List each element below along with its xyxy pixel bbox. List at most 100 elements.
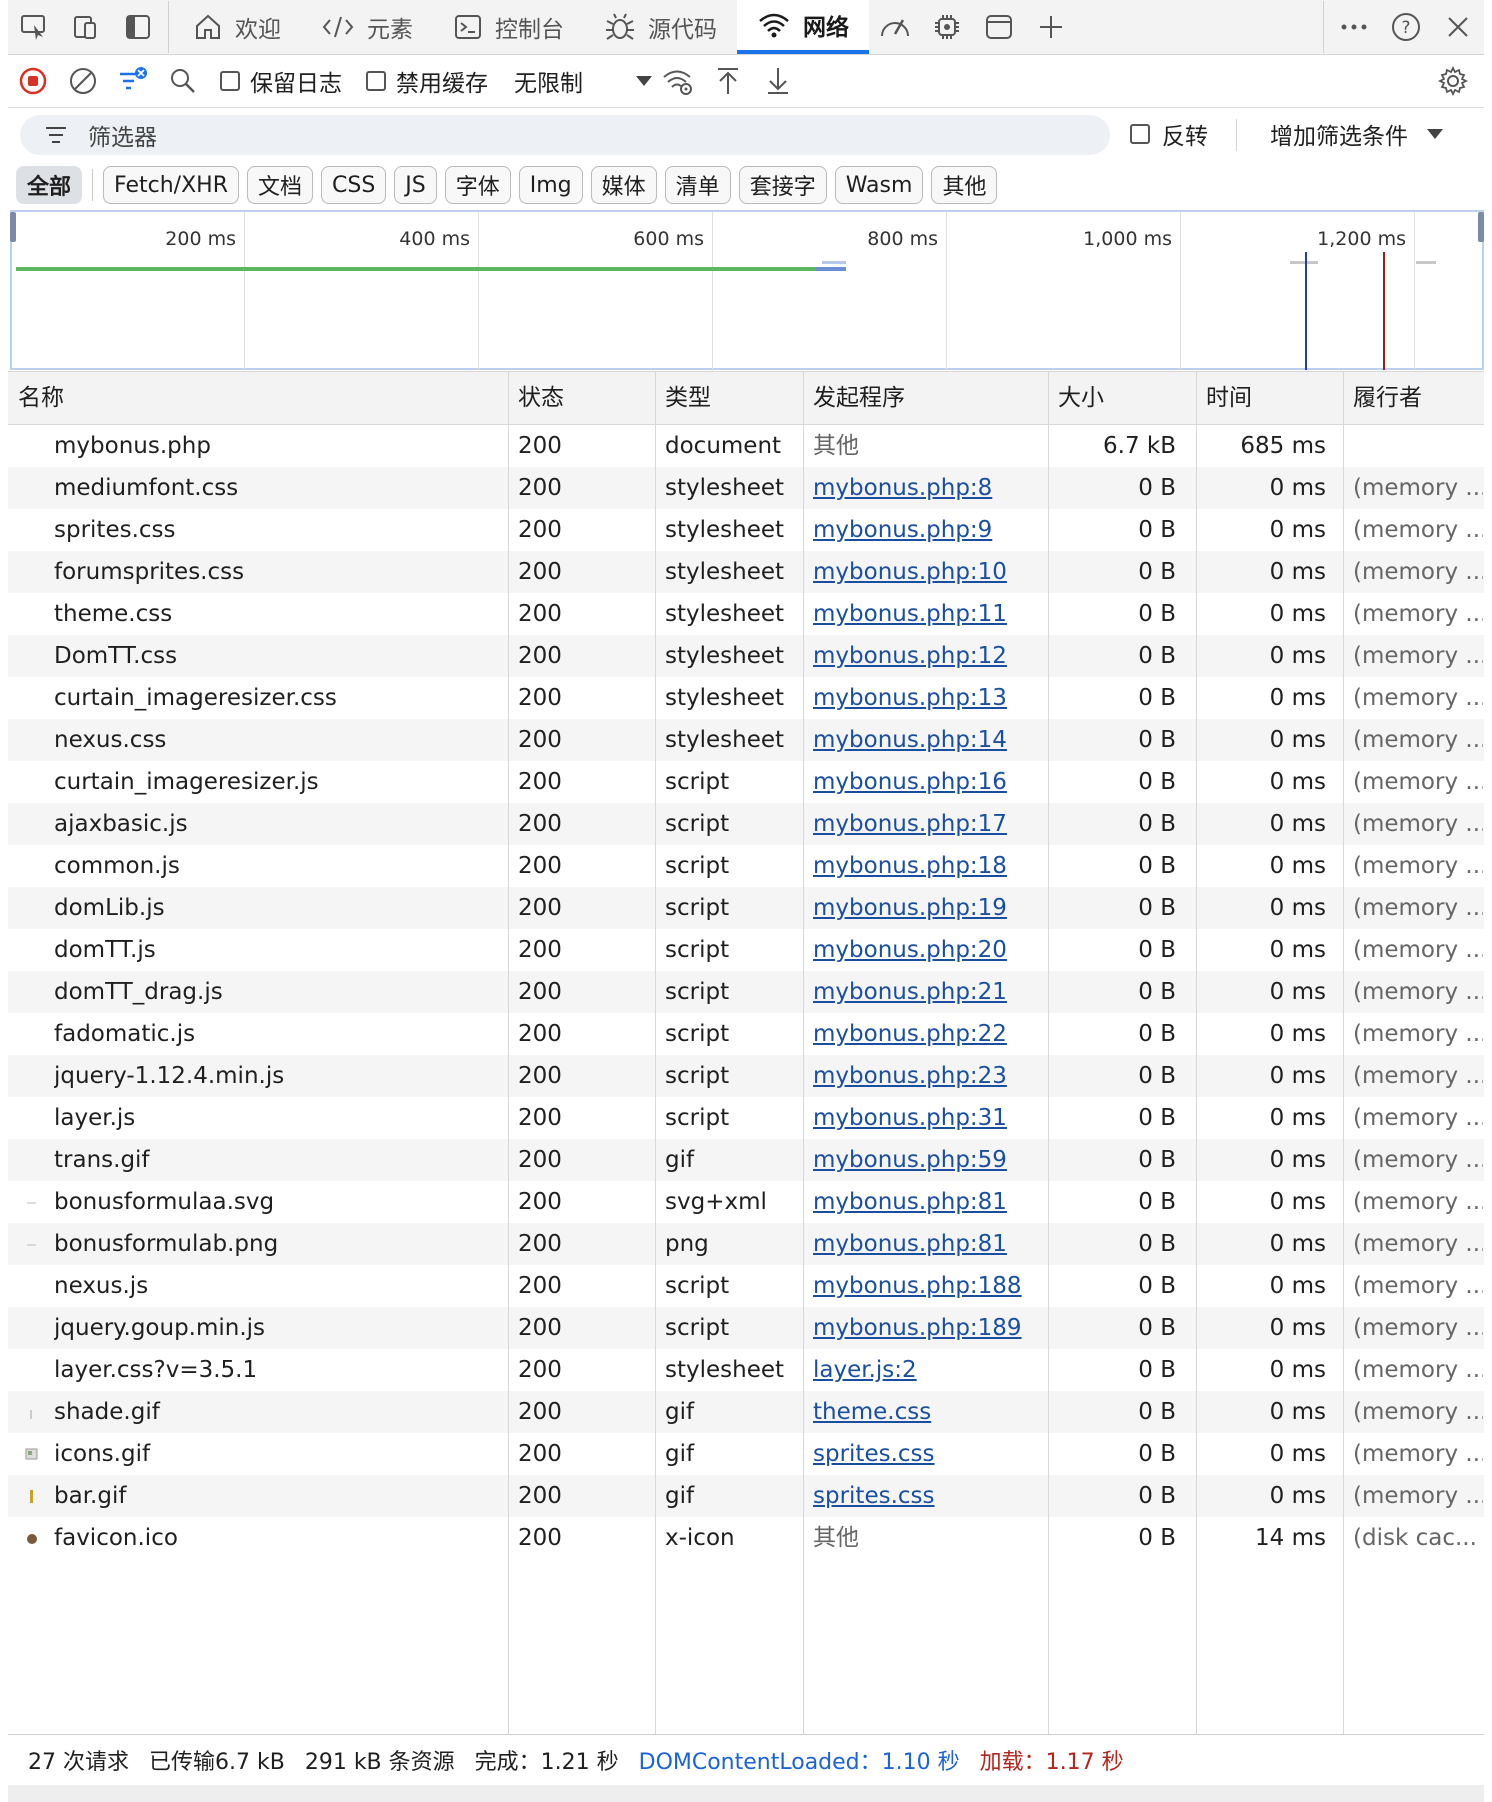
chip-fetch-xhr[interactable]: Fetch/XHR [103,166,239,204]
table-row[interactable]: mybonus.php 200 document 其他 6.7 kB 685 ms [8,425,1484,467]
column-header-size[interactable]: 大小 [1048,372,1196,424]
request-initiator[interactable]: mybonus.php:31 [803,1097,1048,1139]
request-name[interactable]: DomTT.css [54,635,504,677]
table-row[interactable]: fadomatic.js 200 script mybonus.php:22 0 B 0 … [8,1013,1484,1055]
add-tool-icon[interactable] [1025,0,1077,54]
import-har-button[interactable] [703,55,753,107]
column-header-time[interactable]: 时间 [1196,372,1343,424]
close-icon[interactable] [1432,0,1484,54]
table-row[interactable]: trans.gif 200 gif mybonus.php:59 0 B 0 ms (mem… [8,1139,1484,1181]
table-row[interactable]: favicon.ico 200 x-icon 其他 0 B 14 ms (disk cac.… [8,1517,1484,1559]
clear-button[interactable] [58,55,108,107]
application-icon[interactable] [973,0,1025,54]
checkbox-box[interactable] [220,71,240,91]
request-initiator[interactable]: mybonus.php:23 [803,1055,1048,1097]
invert-checkbox[interactable]: 反转 [1130,117,1208,151]
request-name[interactable]: layer.css?v=3.5.1 [54,1349,504,1391]
chip-media[interactable]: 媒体 [590,166,657,204]
request-name[interactable]: mybonus.php [54,425,504,467]
table-row[interactable]: ajaxbasic.js 200 script mybonus.php:17 0 B 0 … [8,803,1484,845]
throttling-select[interactable]: 无限制 [514,64,653,98]
checkbox-box[interactable] [1130,124,1150,144]
export-har-button[interactable] [753,55,803,107]
request-name[interactable]: bar.gif [54,1475,504,1517]
request-initiator[interactable]: mybonus.php:19 [803,887,1048,929]
chip-socket[interactable]: 套接字 [738,166,827,204]
chip-font[interactable]: 字体 [444,166,511,204]
column-header-type[interactable]: 类型 [655,372,803,424]
request-initiator[interactable]: mybonus.php:8 [803,467,1048,509]
chip-manifest[interactable]: 清单 [664,166,731,204]
column-header-status[interactable]: 状态 [508,372,655,424]
tab-welcome[interactable]: 欢迎 [173,0,301,54]
request-initiator[interactable]: mybonus.php:14 [803,719,1048,761]
inspect-element-icon[interactable] [8,0,60,54]
tab-elements[interactable]: 元素 [301,0,433,54]
column-divider[interactable] [1048,372,1049,1735]
search-button[interactable] [158,55,208,107]
table-row[interactable]: jquery-1.12.4.min.js 200 script mybonus.php… [8,1055,1484,1097]
request-initiator[interactable]: mybonus.php:9 [803,509,1048,551]
table-row[interactable]: layer.js 200 script mybonus.php:31 0 B 0 ms (m… [8,1097,1484,1139]
filter-input[interactable]: 筛选器 [20,115,1110,155]
table-row[interactable]: domTT.js 200 script mybonus.php:20 0 B 0 ms (m… [8,929,1484,971]
request-name[interactable]: mediumfont.css [54,467,504,509]
request-name[interactable]: curtain_imageresizer.css [54,677,504,719]
column-divider[interactable] [655,372,656,1735]
request-initiator[interactable]: mybonus.php:11 [803,593,1048,635]
memory-icon[interactable] [921,0,973,54]
request-initiator[interactable]: mybonus.php:13 [803,677,1048,719]
network-conditions-button[interactable] [653,55,703,107]
chip-wasm[interactable]: Wasm [834,166,924,204]
request-name[interactable]: sprites.css [54,509,504,551]
request-initiator[interactable]: mybonus.php:21 [803,971,1048,1013]
request-name[interactable]: ajaxbasic.js [54,803,504,845]
request-name[interactable]: fadomatic.js [54,1013,504,1055]
chip-css[interactable]: CSS [321,166,387,204]
table-row[interactable]: icons.gif 200 gif sprites.css 0 B 0 ms (memory… [8,1433,1484,1475]
request-initiator[interactable]: mybonus.php:18 [803,845,1048,887]
request-initiator[interactable]: sprites.css [803,1433,1048,1475]
chip-all[interactable]: 全部 [16,166,83,204]
table-row[interactable]: bar.gif 200 gif sprites.css 0 B 0 ms (memory .… [8,1475,1484,1517]
request-initiator[interactable]: mybonus.php:17 [803,803,1048,845]
request-name[interactable]: bonusformulab.png [54,1223,504,1265]
filter-toggle-button[interactable] [108,55,158,107]
table-row[interactable]: sprites.css 200 stylesheet mybonus.php:9 0 B… [8,509,1484,551]
table-row[interactable]: layer.css?v=3.5.1 200 stylesheet layer.js:2… [8,1349,1484,1391]
column-divider[interactable] [1343,372,1344,1735]
request-name[interactable]: domTT.js [54,929,504,971]
table-row[interactable]: curtain_imageresizer.js 200 script mybonus.… [8,761,1484,803]
overview-left-handle[interactable] [10,212,16,242]
chip-document[interactable]: 文档 [246,166,313,204]
request-name[interactable]: jquery-1.12.4.min.js [54,1055,504,1097]
table-row[interactable]: shade.gif 200 gif theme.css 0 B 0 ms (memory .… [8,1391,1484,1433]
request-initiator[interactable]: mybonus.php:81 [803,1181,1048,1223]
table-row[interactable]: domTT_drag.js 200 script mybonus.php:21 0 B 0… [8,971,1484,1013]
column-divider[interactable] [803,372,804,1735]
device-emulation-icon[interactable] [60,0,112,54]
table-row[interactable]: jquery.goup.min.js 200 script mybonus.php:1… [8,1307,1484,1349]
column-divider[interactable] [508,372,509,1735]
record-button[interactable] [8,55,58,107]
request-name[interactable]: favicon.ico [54,1517,504,1559]
more-options-icon[interactable] [1328,0,1380,54]
request-initiator[interactable]: mybonus.php:22 [803,1013,1048,1055]
chip-js[interactable]: JS [394,166,437,204]
request-initiator[interactable]: mybonus.php:188 [803,1265,1048,1307]
request-initiator[interactable]: mybonus.php:16 [803,761,1048,803]
request-initiator[interactable]: mybonus.php:59 [803,1139,1048,1181]
table-row[interactable]: DomTT.css 200 stylesheet mybonus.php:12 0 B 0… [8,635,1484,677]
request-initiator[interactable]: layer.js:2 [803,1349,1048,1391]
preserve-log-checkbox[interactable]: 保留日志 [220,64,342,98]
table-row[interactable]: mediumfont.css 200 stylesheet mybonus.php:8… [8,467,1484,509]
performance-icon[interactable] [869,0,921,54]
tab-sources[interactable]: 源代码 [584,0,737,54]
request-initiator[interactable]: sprites.css [803,1475,1048,1517]
column-header-name[interactable]: 名称 [8,372,508,424]
request-name[interactable]: shade.gif [54,1391,504,1433]
request-name[interactable]: bonusformulaa.svg [54,1181,504,1223]
table-row[interactable]: nexus.css 200 stylesheet mybonus.php:14 0 B 0… [8,719,1484,761]
table-row[interactable]: forumsprites.css 200 stylesheet mybonus.php… [8,551,1484,593]
request-initiator[interactable]: mybonus.php:10 [803,551,1048,593]
